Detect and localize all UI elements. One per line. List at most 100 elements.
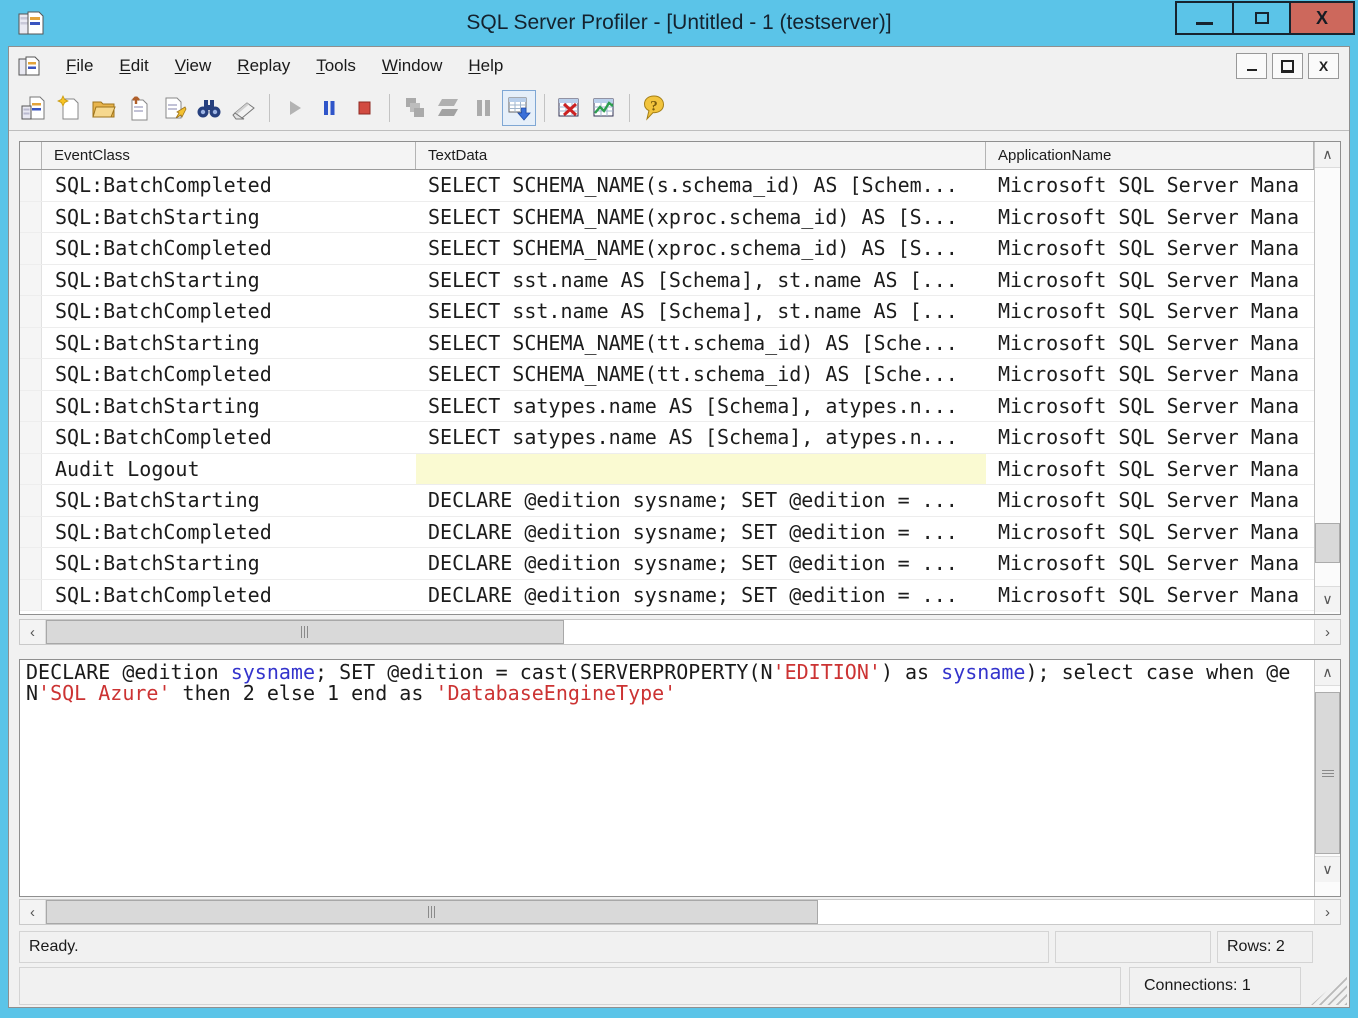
row-selector[interactable] xyxy=(20,202,42,233)
menu-replay[interactable]: Replay xyxy=(224,51,303,81)
move-window-button[interactable] xyxy=(432,90,466,126)
table-row[interactable]: SQL:BatchCompleted SELECT sst.name AS [S… xyxy=(20,296,1314,328)
start-replay-button[interactable] xyxy=(277,90,311,126)
trace-properties-button[interactable] xyxy=(157,90,191,126)
row-selector[interactable] xyxy=(20,296,42,327)
row-selector[interactable] xyxy=(20,485,42,516)
table-row[interactable]: SQL:BatchStarting DECLARE @edition sysna… xyxy=(20,485,1314,517)
row-selector[interactable] xyxy=(20,517,42,548)
cell-applicationname: Microsoft SQL Server Mana xyxy=(986,328,1314,359)
find-button[interactable] xyxy=(192,90,226,126)
row-selector[interactable] xyxy=(20,454,42,485)
table-row[interactable]: Audit Logout Microsoft SQL Server Mana xyxy=(20,454,1314,486)
cell-textdata: DECLARE @edition sysname; SET @edition =… xyxy=(416,580,986,611)
row-selector-header[interactable] xyxy=(20,142,42,169)
cell-eventclass: SQL:BatchStarting xyxy=(42,391,416,422)
cell-eventclass: SQL:BatchStarting xyxy=(42,485,416,516)
stop-trace-button[interactable] xyxy=(347,90,381,126)
close-button[interactable]: X xyxy=(1289,1,1355,35)
maximize-button[interactable] xyxy=(1232,1,1291,35)
grid-horizontal-scrollbar[interactable]: ‹ › xyxy=(19,619,1341,645)
delete-grid-button[interactable] xyxy=(552,90,586,126)
table-row[interactable]: SQL:BatchStarting SELECT SCHEMA_NAME(tt.… xyxy=(20,328,1314,360)
row-selector[interactable] xyxy=(20,359,42,390)
table-row[interactable]: SQL:BatchCompleted DECLARE @edition sysn… xyxy=(20,517,1314,549)
table-row[interactable]: SQL:BatchStarting SELECT satypes.name AS… xyxy=(20,391,1314,423)
table-row[interactable]: SQL:BatchCompleted DECLARE @edition sysn… xyxy=(20,580,1314,612)
thumb-grip-icon xyxy=(301,626,309,638)
cell-textdata: SELECT SCHEMA_NAME(xproc.schema_id) AS [… xyxy=(416,202,986,233)
scroll-up-button[interactable]: ∧ xyxy=(1315,142,1340,168)
scroll-right-button[interactable]: › xyxy=(1314,900,1340,924)
mdi-close-button[interactable]: X xyxy=(1308,53,1339,79)
grid-main: EventClass TextData ApplicationName SQL:… xyxy=(20,142,1314,614)
menu-help[interactable]: Help xyxy=(455,51,516,81)
scroll-down-button[interactable]: ∨ xyxy=(1315,586,1340,612)
table-row[interactable]: SQL:BatchCompleted SELECT SCHEMA_NAME(tt… xyxy=(20,359,1314,391)
menu-tools[interactable]: Tools xyxy=(303,51,369,81)
cell-applicationname: Microsoft SQL Server Mana xyxy=(986,485,1314,516)
mdi-restore-button[interactable] xyxy=(1272,53,1303,79)
grid-vertical-scrollbar[interactable]: ∧ ∨ xyxy=(1314,142,1340,614)
table-row[interactable]: SQL:BatchStarting SELECT SCHEMA_NAME(xpr… xyxy=(20,202,1314,234)
eraser-icon xyxy=(231,95,257,121)
scroll-left-button[interactable]: ‹ xyxy=(20,620,46,644)
table-row[interactable]: SQL:BatchCompleted SELECT SCHEMA_NAME(xp… xyxy=(20,233,1314,265)
clear-trace-button[interactable] xyxy=(227,90,261,126)
save-trace-button[interactable] xyxy=(122,90,156,126)
chevron-up-icon: ∧ xyxy=(1322,147,1332,163)
scroll-up-button[interactable]: ∧ xyxy=(1315,660,1340,686)
pause-columns-button[interactable] xyxy=(467,90,501,126)
column-header-eventclass[interactable]: EventClass xyxy=(42,142,416,169)
detail-horizontal-scrollbar[interactable]: ‹ › xyxy=(19,899,1341,925)
scroll-down-button[interactable]: ∨ xyxy=(1315,856,1340,882)
column-header-textdata[interactable]: TextData xyxy=(416,142,986,169)
cell-eventclass: SQL:BatchCompleted xyxy=(42,580,416,611)
pause-trace-button[interactable] xyxy=(312,90,346,126)
grid-vscroll-thumb[interactable] xyxy=(1315,523,1340,563)
row-selector[interactable] xyxy=(20,170,42,201)
auto-scroll-icon xyxy=(506,95,532,121)
multi-window-button[interactable] xyxy=(397,90,431,126)
detail-vscroll-thumb[interactable] xyxy=(1315,692,1340,854)
cell-eventclass: SQL:BatchCompleted xyxy=(42,170,416,201)
new-document-button[interactable] xyxy=(52,90,86,126)
chart-grid-button[interactable] xyxy=(587,90,621,126)
thumb-grip-icon xyxy=(428,906,436,918)
row-selector[interactable] xyxy=(20,233,42,264)
column-header-applicationname[interactable]: ApplicationName xyxy=(986,142,1314,169)
row-selector[interactable] xyxy=(20,328,42,359)
menu-window[interactable]: Window xyxy=(369,51,455,81)
table-row[interactable]: SQL:BatchStarting DECLARE @edition sysna… xyxy=(20,548,1314,580)
row-selector[interactable] xyxy=(20,548,42,579)
menu-edit[interactable]: Edit xyxy=(106,51,161,81)
auto-scroll-button[interactable] xyxy=(502,90,536,126)
scroll-right-button[interactable]: › xyxy=(1314,620,1340,644)
scroll-left-button[interactable]: ‹ xyxy=(20,900,46,924)
menu-view[interactable]: View xyxy=(162,51,225,81)
cell-applicationname: Microsoft SQL Server Mana xyxy=(986,422,1314,453)
detail-hscroll-thumb[interactable] xyxy=(46,900,818,924)
cell-textdata xyxy=(416,454,986,485)
row-selector[interactable] xyxy=(20,580,42,611)
minimize-button[interactable] xyxy=(1175,1,1234,35)
table-row[interactable]: SQL:BatchCompleted SELECT satypes.name A… xyxy=(20,422,1314,454)
grid-hscroll-thumb[interactable] xyxy=(46,620,564,644)
window-title: SQL Server Profiler - [Untitled - 1 (tes… xyxy=(0,0,1358,46)
open-trace-button[interactable] xyxy=(87,90,121,126)
table-row[interactable]: SQL:BatchStarting SELECT sst.name AS [Sc… xyxy=(20,265,1314,297)
close-icon: X xyxy=(1316,9,1328,27)
table-row[interactable]: SQL:BatchCompleted SELECT SCHEMA_NAME(s.… xyxy=(20,170,1314,202)
cell-textdata: SELECT SCHEMA_NAME(xproc.schema_id) AS [… xyxy=(416,233,986,264)
row-selector[interactable] xyxy=(20,391,42,422)
menu-file[interactable]: File xyxy=(53,51,106,81)
row-selector[interactable] xyxy=(20,265,42,296)
detail-vertical-scrollbar[interactable]: ∧ ∨ xyxy=(1314,660,1340,896)
help-button[interactable]: ? xyxy=(637,90,671,126)
mdi-minimize-button[interactable] xyxy=(1236,53,1267,79)
new-trace-button[interactable] xyxy=(17,90,51,126)
cell-textdata: DECLARE @edition sysname; SET @edition =… xyxy=(416,517,986,548)
skewed-bars-icon xyxy=(436,95,462,121)
row-selector[interactable] xyxy=(20,422,42,453)
cell-applicationname: Microsoft SQL Server Mana xyxy=(986,359,1314,390)
